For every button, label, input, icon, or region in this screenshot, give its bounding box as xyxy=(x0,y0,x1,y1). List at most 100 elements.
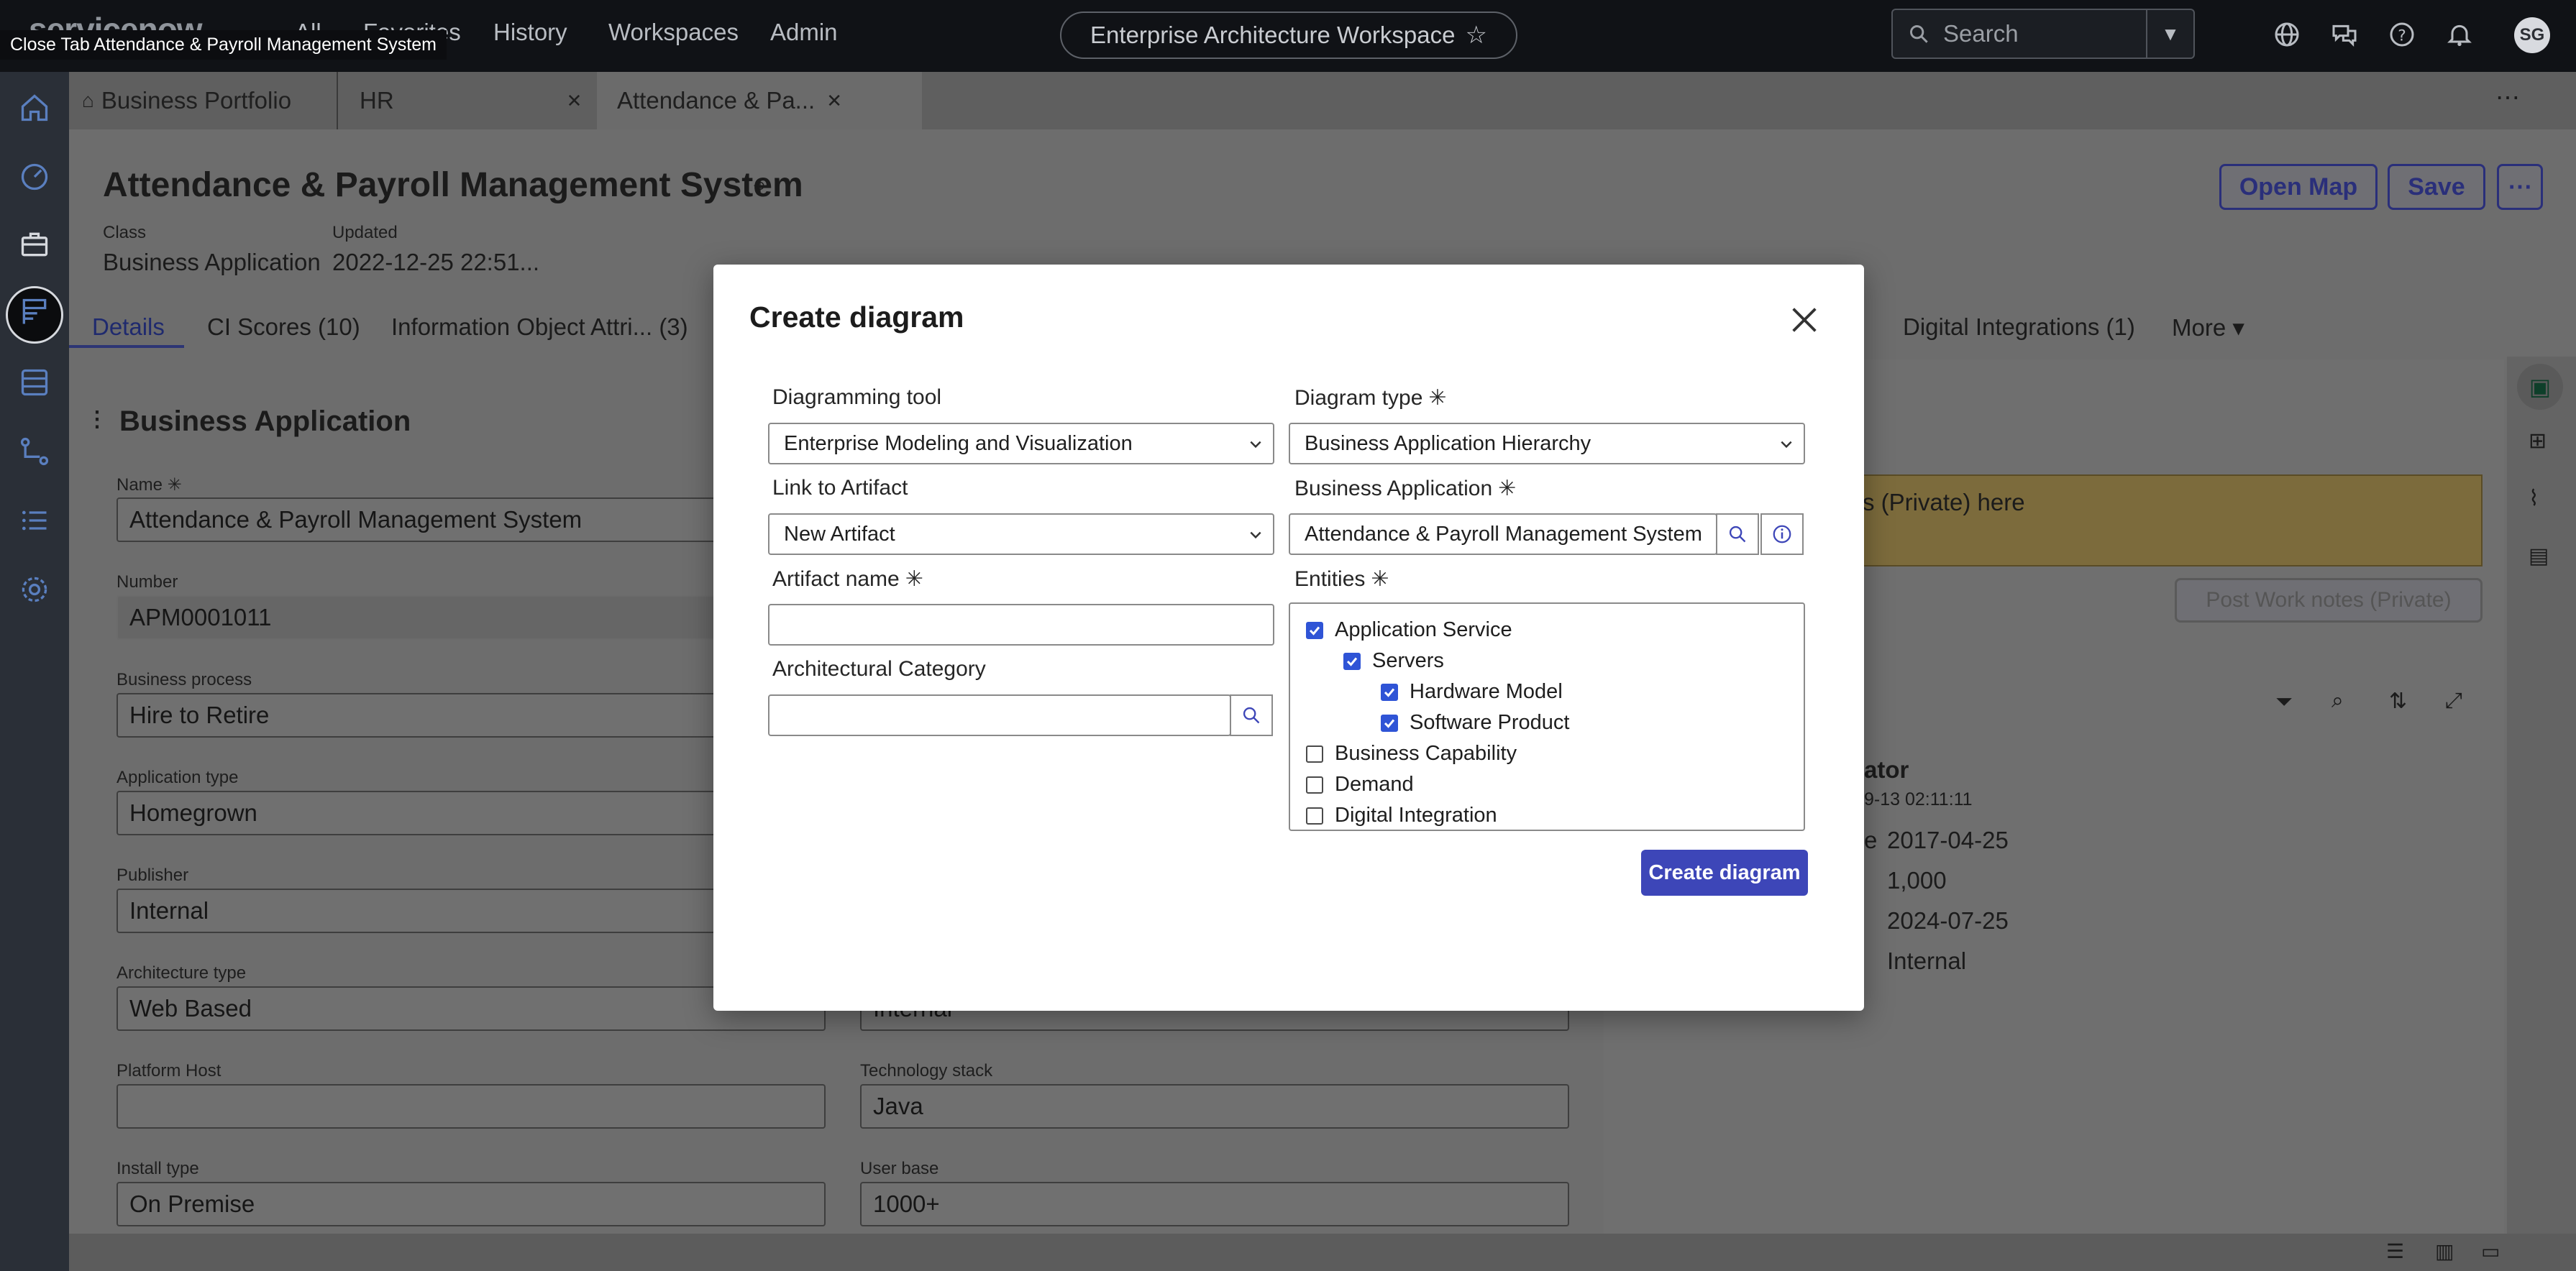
layout-list-icon[interactable]: ☰ xyxy=(2386,1239,2404,1263)
subtab-digital-integrations[interactable]: Digital Integrations (1) xyxy=(1903,313,2135,341)
updated-label: Updated xyxy=(332,223,398,242)
list-icon[interactable] xyxy=(19,505,50,536)
settings-icon[interactable] xyxy=(19,574,50,605)
globe-icon[interactable] xyxy=(2273,20,2301,49)
bottom-bar: ☰ ▥ ▭ xyxy=(69,1234,2576,1271)
tab-label: HR xyxy=(360,87,394,114)
diagram-type-select[interactable]: Business Application Hierarchy xyxy=(1289,423,1805,464)
filter-icon[interactable]: ⏷ xyxy=(2275,690,2293,715)
entity-demand[interactable]: Demand xyxy=(1306,773,1414,797)
entities-tree[interactable]: Application Service Servers Hardware Mod… xyxy=(1289,602,1805,831)
chevron-down-icon xyxy=(1781,441,1792,449)
hierarchy-icon[interactable]: ⊞ xyxy=(2529,428,2547,454)
platform-host-field[interactable] xyxy=(117,1084,826,1129)
diagram-type-label: Diagram type ✳ xyxy=(1294,386,1447,410)
tab-attendance[interactable]: Attendance & Pa... ✕ xyxy=(597,72,922,129)
dashboard-icon[interactable] xyxy=(19,161,50,193)
close-icon[interactable]: ✕ xyxy=(567,90,583,112)
section-menu-icon[interactable]: ⋮ xyxy=(86,407,108,432)
star-icon[interactable]: ☆ xyxy=(1465,21,1486,50)
avatar[interactable]: SG xyxy=(2514,17,2550,53)
help-icon[interactable]: ? xyxy=(2388,20,2416,49)
global-search[interactable]: Search ▼ xyxy=(1891,9,2195,59)
record-info-icon[interactable]: ▣ xyxy=(2517,364,2563,410)
flow-icon[interactable] xyxy=(19,436,50,467)
install-type-field[interactable]: On Premise xyxy=(117,1182,826,1226)
document-icon[interactable]: ▤ xyxy=(2529,543,2549,569)
subtab-ci-scores[interactable]: CI Scores (10) xyxy=(207,313,360,341)
post-work-notes-button[interactable]: Post Work notes (Private) xyxy=(2175,578,2483,623)
home-icon[interactable] xyxy=(19,92,50,124)
subtab-more[interactable]: More ▾ xyxy=(2172,313,2244,341)
business-application-info-button[interactable] xyxy=(1760,513,1804,555)
database-icon[interactable] xyxy=(19,367,50,398)
modal-title: Create diagram xyxy=(749,300,964,334)
technology-stack-field[interactable]: Java xyxy=(860,1084,1569,1129)
close-icon[interactable]: ✕ xyxy=(826,90,842,112)
entity-application-service[interactable]: Application Service xyxy=(1306,618,1512,642)
more-tabs-icon[interactable]: ⋯ xyxy=(2495,83,2520,112)
activity-value-2: 1,000 xyxy=(1887,867,1947,894)
checkbox-checked[interactable] xyxy=(1381,714,1398,732)
subtab-details[interactable]: Details xyxy=(92,313,165,341)
link-to-artifact-select[interactable]: New Artifact xyxy=(768,513,1274,555)
entity-servers[interactable]: Servers xyxy=(1343,649,1444,673)
nav-history[interactable]: History xyxy=(493,19,567,46)
sort-icon[interactable]: ⇅ xyxy=(2389,689,2407,714)
business-process-field[interactable]: Hire to Retire xyxy=(117,693,749,738)
layout-split-icon[interactable]: ▥ xyxy=(2435,1239,2454,1263)
checkbox-checked[interactable] xyxy=(1381,683,1398,701)
business-application-input[interactable]: Attendance & Payroll Management System xyxy=(1289,513,1717,555)
architectural-category-input[interactable] xyxy=(768,694,1231,736)
nav-admin[interactable]: Admin xyxy=(770,19,838,46)
expand-icon[interactable]: ⤢ xyxy=(2445,689,2462,713)
layout-full-icon[interactable]: ▭ xyxy=(2481,1239,2500,1263)
entity-label: Hardware Model xyxy=(1410,680,1563,703)
user-base-field[interactable]: 1000+ xyxy=(860,1182,1569,1226)
briefcase-icon[interactable] xyxy=(19,229,50,260)
checkbox-checked[interactable] xyxy=(1343,652,1361,670)
business-application-search-button[interactable] xyxy=(1716,513,1759,555)
save-button[interactable]: Save xyxy=(2388,164,2485,210)
chat-icon[interactable] xyxy=(2330,20,2359,49)
create-diagram-button[interactable]: Create diagram xyxy=(1641,850,1808,896)
tab-label: Business Portfolio xyxy=(101,87,292,114)
entity-business-capability[interactable]: Business Capability xyxy=(1306,742,1517,766)
name-field[interactable]: Attendance & Payroll Management System xyxy=(117,497,749,542)
entity-software-product[interactable]: Software Product xyxy=(1381,711,1569,735)
close-icon[interactable] xyxy=(1788,303,1821,336)
class-label: Class xyxy=(103,223,147,242)
diagramming-tool-select[interactable]: Enterprise Modeling and Visualization xyxy=(768,423,1274,464)
attachment-icon[interactable]: ⌇ xyxy=(2529,486,2539,511)
nav-workspaces[interactable]: Workspaces xyxy=(608,19,739,46)
artifact-name-input[interactable] xyxy=(768,604,1274,646)
tag-icon[interactable]: ⌖ xyxy=(754,173,767,200)
entity-label: Demand xyxy=(1335,773,1414,796)
checkbox-unchecked[interactable] xyxy=(1306,807,1323,825)
activity-search-icon[interactable]: ⌕ xyxy=(2331,689,2344,713)
publisher-field[interactable]: Internal xyxy=(117,889,749,933)
search-scope-dropdown[interactable]: ▼ xyxy=(2146,10,2193,58)
lock-icon: ⌂ xyxy=(82,89,94,111)
subtab-information-object[interactable]: Information Object Attri... (3) xyxy=(391,313,688,341)
report-icon[interactable] xyxy=(19,296,50,328)
checkbox-unchecked[interactable] xyxy=(1306,776,1323,794)
tab-hr[interactable]: HR ✕ xyxy=(337,72,582,129)
checkbox-checked[interactable] xyxy=(1306,621,1323,639)
activity-value-3: 2024-07-25 xyxy=(1887,907,2009,934)
workspace-selector[interactable]: Enterprise Architecture Workspace ☆ xyxy=(1060,12,1517,59)
bell-icon[interactable] xyxy=(2445,20,2474,49)
entity-hardware-model[interactable]: Hardware Model xyxy=(1381,680,1563,704)
create-diagram-modal: Create diagram Diagramming tool Enterpri… xyxy=(713,265,1864,1011)
application-type-field[interactable]: Homegrown xyxy=(117,791,749,835)
entity-digital-integration[interactable]: Digital Integration xyxy=(1306,804,1497,827)
workspace-name: Enterprise Architecture Workspace xyxy=(1090,22,1456,48)
architectural-category-search-button[interactable] xyxy=(1230,694,1273,736)
checkbox-unchecked[interactable] xyxy=(1306,745,1323,763)
install-type-label: Install type xyxy=(117,1159,199,1178)
open-map-button[interactable]: Open Map xyxy=(2219,164,2378,210)
more-actions-button[interactable]: ⋯ xyxy=(2497,164,2543,210)
svg-text:?: ? xyxy=(2398,27,2406,45)
platform-host-label: Platform Host xyxy=(117,1061,221,1080)
tab-business-portfolio[interactable]: ⌂ Business Portfolio xyxy=(82,72,291,129)
